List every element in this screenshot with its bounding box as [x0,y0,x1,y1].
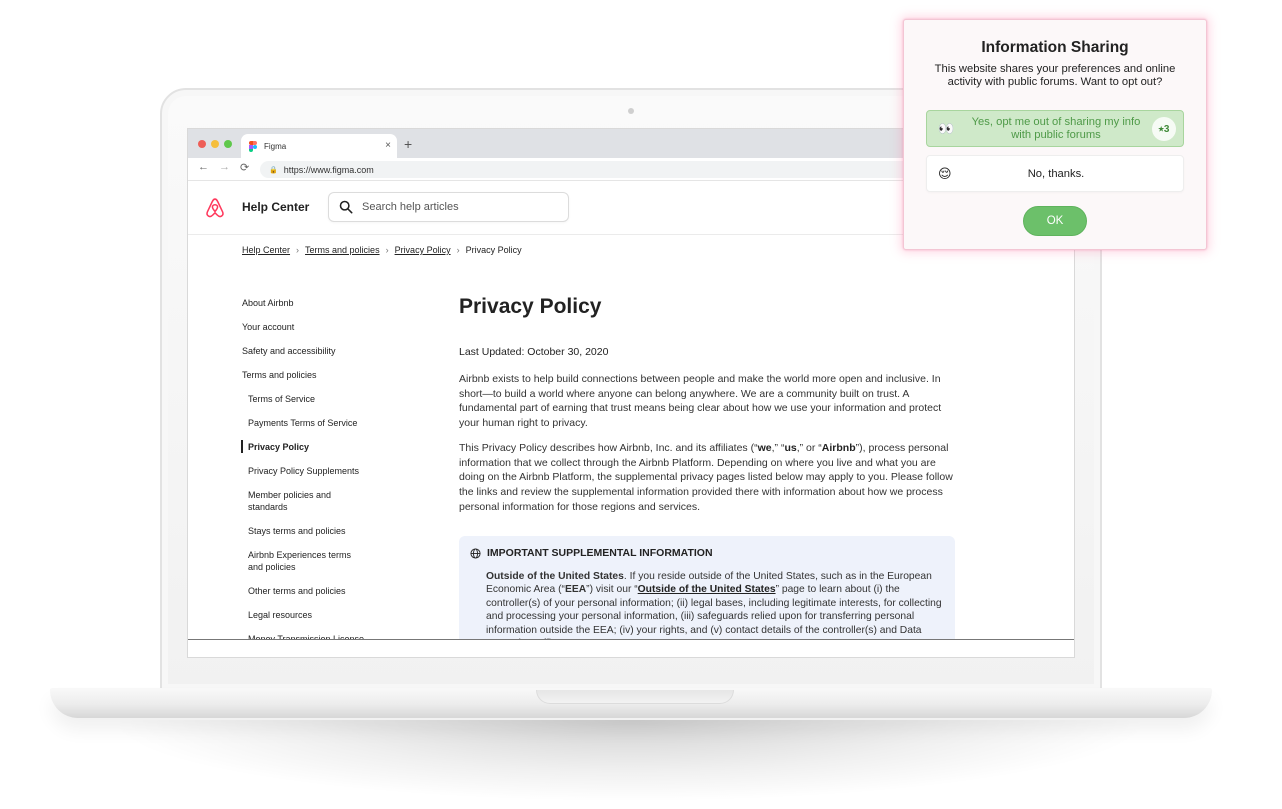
policy-paragraph: This Privacy Policy describes how Airbnb… [459,442,953,513]
tab-title: Figma [264,141,287,151]
tab-close-icon[interactable]: × [385,140,391,151]
sidebar-item-payments-terms[interactable]: Payments Terms of Service [248,417,378,429]
airbnb-logo-icon[interactable] [204,197,226,219]
sidebar-item-legal-resources[interactable]: Legal resources [248,609,378,621]
breadcrumb-privacy-policy[interactable]: Privacy Policy [395,245,451,255]
new-tab-icon[interactable]: + [404,136,412,152]
information-sharing-dialog: Information Sharing This website shares … [903,19,1207,250]
sidebar-item-safety[interactable]: Safety and accessibility [242,345,336,357]
supplemental-info-heading: IMPORTANT SUPPLEMENTAL INFORMATION [470,547,713,559]
sidebar-item-terms-and-policies[interactable]: Terms and policies [242,369,317,381]
figma-favicon-icon [249,141,257,152]
breadcrumb-help-center[interactable]: Help Center [242,245,290,255]
laptop-shadow [120,720,1140,800]
close-window-dot[interactable] [198,140,206,148]
relieved-face-icon: 😌 [938,166,952,181]
browser-tab[interactable]: Figma × [241,134,397,158]
dialog-message: This website shares your preferences and… [934,63,1176,88]
forward-icon[interactable]: → [219,161,230,173]
reload-icon[interactable]: ⟳ [240,161,249,174]
globe-icon [470,547,481,559]
sidebar-item-stays-terms[interactable]: Stays terms and policies [248,525,378,537]
url-text: https://www.figma.com [283,164,374,175]
decline-option[interactable]: 😌 No, thanks. [926,155,1184,192]
chevron-right-icon: › [385,245,389,255]
intro-paragraph: Airbnb exists to help build connections … [459,373,942,430]
outside-us-link[interactable]: Outside of the United States [638,584,776,595]
camera-dot [628,108,634,114]
opt-out-option[interactable]: 👀 Yes, opt me out of sharing my info wit… [926,110,1184,147]
page-title: Privacy Policy [459,295,602,318]
chevron-right-icon: › [296,245,300,255]
sidebar-item-privacy-policy[interactable]: Privacy Policy [248,441,378,453]
sidebar-item-about-airbnb[interactable]: About Airbnb [242,297,294,309]
search-input[interactable]: Search help articles [328,192,569,222]
opt-out-label: Yes, opt me out of sharing my info with … [971,116,1141,141]
browser-bottom [188,640,1074,657]
sidebar-item-terms-of-service[interactable]: Terms of Service [248,393,378,405]
decline-label: No, thanks. [1027,168,1085,180]
sidebar-item-experiences-terms[interactable]: Airbnb Experiences terms and policies [248,549,366,573]
maximize-window-dot[interactable] [224,140,232,148]
laptop-notch [536,690,734,704]
sidebar-item-other-terms[interactable]: Other terms and policies [248,585,378,597]
sidebar-item-privacy-supplements[interactable]: Privacy Policy Supplements [248,465,378,477]
sidebar-item-your-account[interactable]: Your account [242,321,294,333]
breadcrumb: Help Center › Terms and policies › Priva… [242,245,522,255]
search-icon [339,200,353,214]
lock-icon: 🔒 [269,166,278,174]
last-updated: Last Updated: October 30, 2020 [459,346,609,358]
breadcrumb-current: Privacy Policy [465,245,522,255]
dialog-title: Information Sharing [981,39,1129,56]
search-placeholder: Search help articles [362,201,459,213]
sidebar-item-member-policies[interactable]: Member policies and standards [248,489,348,513]
active-indicator [241,440,243,453]
url-input[interactable]: 🔒 https://www.figma.com [260,161,920,178]
help-center-title[interactable]: Help Center [242,200,309,214]
minimize-window-dot[interactable] [211,140,219,148]
eyes-icon: 👀 [938,121,955,136]
back-icon[interactable]: ← [198,161,209,173]
ok-button[interactable]: OK [1023,206,1087,236]
star-count-badge: ⭑3 [1152,117,1176,141]
breadcrumb-terms-and-policies[interactable]: Terms and policies [305,245,380,255]
chevron-right-icon: › [456,245,460,255]
